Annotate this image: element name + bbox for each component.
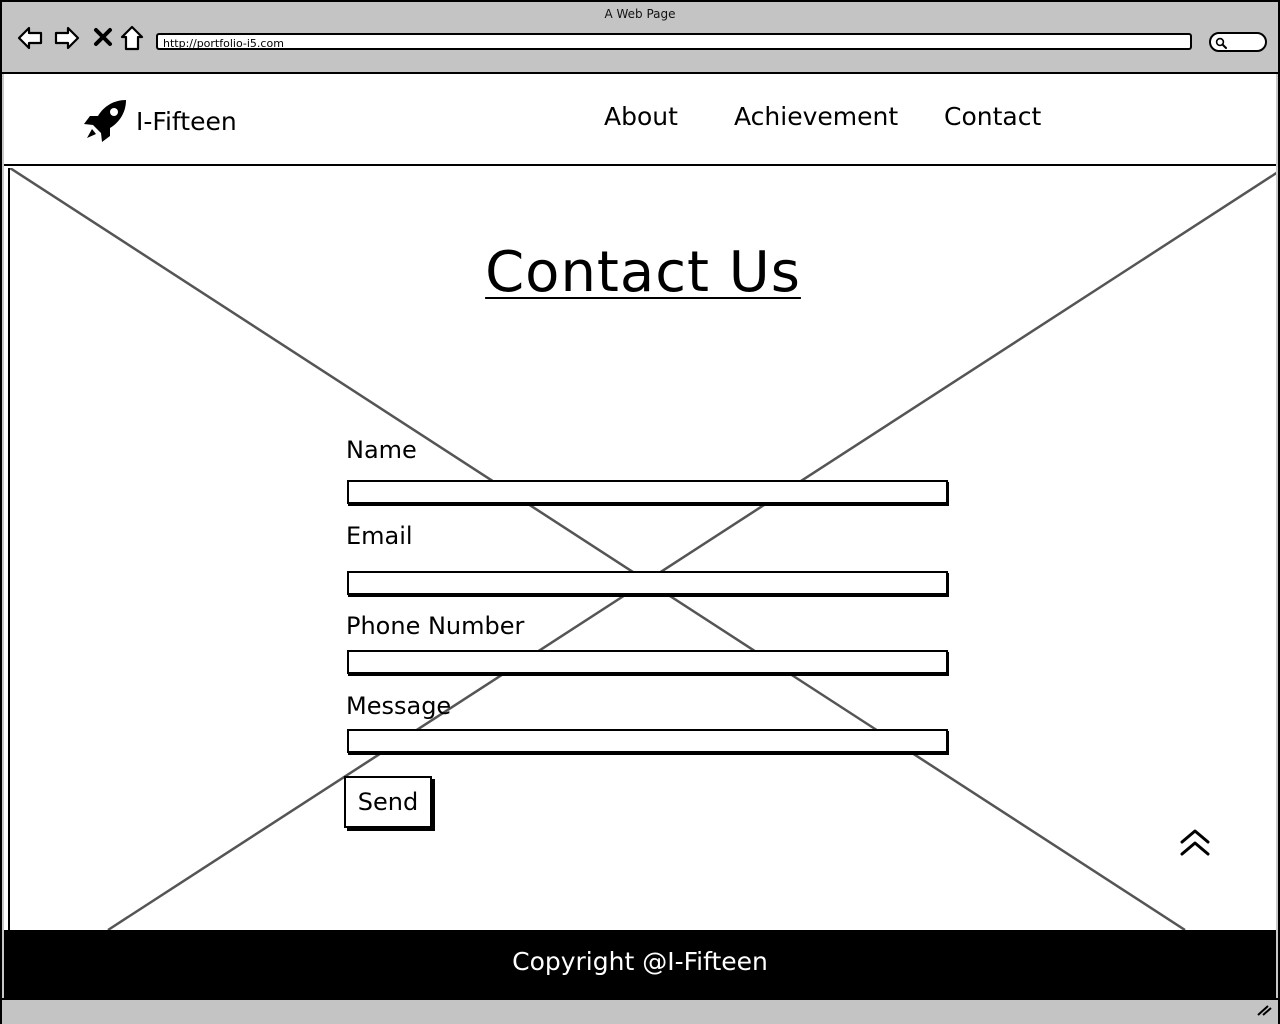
- message-input[interactable]: [347, 729, 948, 753]
- forward-icon[interactable]: [53, 24, 81, 52]
- name-input[interactable]: [347, 480, 948, 504]
- window-title: A Web Page: [604, 7, 676, 21]
- copyright-text: Copyright @I-Fifteen: [512, 947, 768, 976]
- email-label: Email: [346, 522, 413, 550]
- nav-achievement[interactable]: Achievement: [734, 102, 898, 131]
- web-page: I-Fifteen About Achievement Contact Cont…: [4, 74, 1276, 998]
- site-footer: Copyright @I-Fifteen: [4, 930, 1276, 998]
- double-chevron-up-icon[interactable]: [1178, 828, 1212, 858]
- status-bar: [2, 998, 1278, 1024]
- phone-input[interactable]: [347, 650, 948, 674]
- browser-search-field[interactable]: [1209, 32, 1267, 52]
- send-button[interactable]: Send: [344, 776, 432, 828]
- phone-label: Phone Number: [346, 612, 525, 640]
- name-label: Name: [346, 436, 417, 464]
- contact-section: Contact Us Name Email Phone Number Messa…: [8, 168, 1276, 930]
- brand-name: I-Fifteen: [136, 106, 237, 136]
- stop-icon[interactable]: [90, 24, 118, 52]
- page-title-text: Contact Us: [485, 240, 801, 305]
- address-bar[interactable]: http://portfolio-i5.com: [156, 33, 1192, 50]
- nav-about[interactable]: About: [604, 102, 678, 131]
- resize-grip-icon[interactable]: [1256, 1004, 1272, 1016]
- search-icon: [1215, 37, 1227, 49]
- browser-toolbar: A Web Page http://portfolio-i5.com: [2, 2, 1278, 74]
- site-header: I-Fifteen About Achievement Contact: [4, 74, 1276, 166]
- back-icon[interactable]: [16, 24, 44, 52]
- browser-window: A Web Page http://portfolio-i5.com I-Fif…: [0, 0, 1280, 1024]
- message-label: Message: [346, 692, 452, 720]
- page-title: Contact Us: [10, 240, 1276, 305]
- home-icon[interactable]: [118, 24, 146, 52]
- nav-contact[interactable]: Contact: [944, 102, 1041, 131]
- brand[interactable]: I-Fifteen: [82, 98, 237, 144]
- rocket-icon: [84, 100, 126, 142]
- email-input[interactable]: [347, 571, 948, 595]
